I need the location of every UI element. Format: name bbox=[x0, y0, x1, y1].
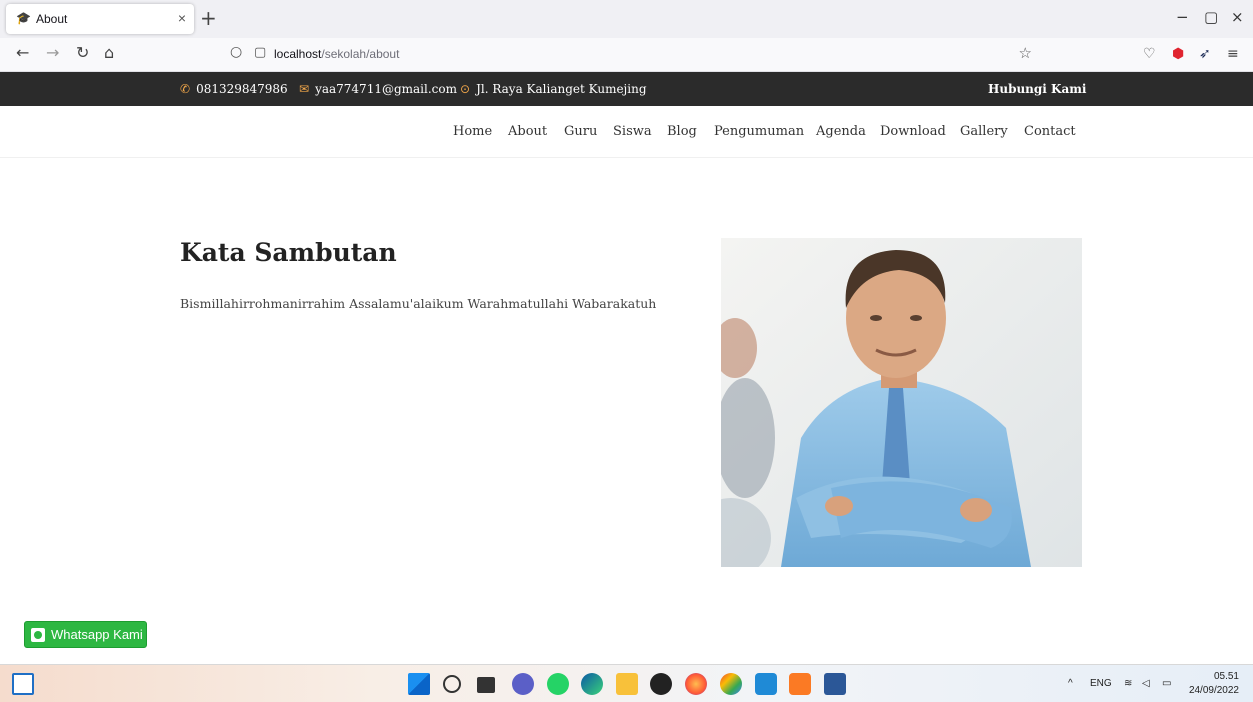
phone-number: 081329847986 bbox=[196, 82, 288, 96]
whatsapp-icon bbox=[31, 628, 45, 642]
tray-chevron-icon[interactable]: ^ bbox=[1068, 678, 1073, 689]
envelope-icon: ✉ bbox=[299, 82, 310, 96]
nav-home[interactable]: Home bbox=[453, 124, 492, 139]
close-window-button[interactable]: × bbox=[1231, 8, 1244, 26]
nav-about[interactable]: About bbox=[508, 124, 547, 139]
extension-arrow-icon[interactable]: ➶ bbox=[1199, 46, 1211, 62]
email-info: ✉ yaa774711@gmail.com bbox=[299, 82, 457, 96]
nav-siswa[interactable]: Siswa bbox=[613, 124, 652, 139]
page-info-icon[interactable]: ▢ bbox=[254, 45, 266, 60]
reload-icon[interactable]: ↻ bbox=[76, 43, 89, 62]
nav-download[interactable]: Download bbox=[880, 124, 946, 139]
media-player-icon[interactable] bbox=[650, 673, 672, 695]
search-icon[interactable] bbox=[443, 675, 461, 693]
language-indicator[interactable]: ENG bbox=[1090, 678, 1112, 689]
nav-pengumuman[interactable]: Pengumuman bbox=[714, 124, 804, 139]
url-path: /sekolah/about bbox=[321, 47, 400, 61]
restore-button[interactable]: ▢ bbox=[1204, 8, 1218, 26]
edge-browser-icon[interactable] bbox=[581, 673, 603, 695]
map-pin-icon: ⊙ bbox=[460, 82, 471, 96]
address-text: Jl. Raya Kalianget Kumejing bbox=[476, 82, 647, 96]
nav-contact[interactable]: Contact bbox=[1024, 124, 1076, 139]
file-explorer-icon[interactable] bbox=[616, 673, 638, 695]
bookmark-star-icon[interactable]: ☆ bbox=[1019, 44, 1032, 62]
new-tab-button[interactable]: + bbox=[200, 6, 217, 30]
email-address[interactable]: yaa774711@gmail.com bbox=[315, 82, 457, 96]
start-windows-icon[interactable] bbox=[408, 673, 430, 695]
home-icon[interactable]: ⌂ bbox=[104, 43, 114, 62]
tab-about[interactable]: 🎓 About × bbox=[6, 4, 194, 34]
principal-photo-illustration bbox=[721, 238, 1082, 567]
contact-us-link[interactable]: Hubungi Kami bbox=[988, 82, 1087, 96]
url-host: localhost bbox=[274, 47, 322, 61]
intro-text: Bismillahirrohmanirrahim Assalamu'alaiku… bbox=[180, 296, 657, 311]
xampp-icon[interactable] bbox=[789, 673, 811, 695]
nav-blog[interactable]: Blog bbox=[667, 124, 697, 139]
nav-agenda[interactable]: Agenda bbox=[816, 124, 866, 139]
address-info: ⊙ Jl. Raya Kalianget Kumejing bbox=[460, 82, 647, 96]
site-top-bar: ✆ 081329847986 ✉ yaa774711@gmail.com ⊙ Jl. … bbox=[0, 72, 1253, 106]
forward-arrow-icon[interactable]: → bbox=[46, 43, 59, 62]
teams-chat-icon[interactable] bbox=[512, 673, 534, 695]
back-arrow-icon[interactable]: ← bbox=[16, 43, 29, 62]
graduation-cap-icon: 🎓 bbox=[16, 11, 31, 25]
wifi-icon[interactable]: ≋ bbox=[1124, 678, 1132, 689]
principal-photo bbox=[721, 238, 1082, 567]
address-bar[interactable]: ○ ▢ localhost/sekolah/about ☆ bbox=[220, 42, 1050, 68]
whatsapp-button[interactable]: Whatsapp Kami bbox=[24, 621, 147, 648]
pocket-icon[interactable]: ♡ bbox=[1143, 46, 1156, 62]
minimize-button[interactable]: − bbox=[1176, 8, 1189, 26]
clock-time: 05.51 bbox=[1213, 671, 1239, 682]
tab-close-button[interactable]: × bbox=[178, 10, 186, 26]
phone-info: ✆ 081329847986 bbox=[180, 82, 288, 96]
task-view-icon[interactable] bbox=[477, 677, 495, 693]
firefox-icon[interactable] bbox=[685, 673, 707, 695]
widgets-icon[interactable] bbox=[12, 673, 34, 695]
ublock-icon[interactable]: ⬢ bbox=[1172, 46, 1184, 62]
vscode-icon[interactable] bbox=[755, 673, 777, 695]
page-heading: Kata Sambutan bbox=[180, 238, 397, 267]
system-clock[interactable]: 05.51 24/09/2022 bbox=[1189, 670, 1239, 698]
menu-hamburger-icon[interactable]: ≡ bbox=[1227, 46, 1239, 62]
tracking-shield-icon[interactable]: ○ bbox=[230, 44, 242, 60]
volume-icon[interactable]: ◁ bbox=[1142, 678, 1150, 689]
whatsapp-app-icon[interactable] bbox=[547, 673, 569, 695]
browser-nav-bar: ← → ↻ ⌂ ○ ▢ localhost/sekolah/about ☆ ♡ … bbox=[0, 38, 1253, 72]
url-text[interactable]: localhost/sekolah/about bbox=[274, 47, 399, 61]
tab-title: About bbox=[36, 12, 68, 26]
nav-guru[interactable]: Guru bbox=[564, 124, 597, 139]
chrome-icon[interactable] bbox=[720, 673, 742, 695]
browser-tab-bar: 🎓 About × + − ▢ × bbox=[0, 0, 1253, 38]
word-icon[interactable] bbox=[824, 673, 846, 695]
nav-gallery[interactable]: Gallery bbox=[960, 124, 1008, 139]
phone-icon: ✆ bbox=[180, 82, 191, 96]
whatsapp-button-label: Whatsapp Kami bbox=[51, 627, 143, 642]
battery-icon[interactable]: ▭ bbox=[1162, 678, 1171, 689]
main-navigation: Home About Guru Siswa Blog Pengumuman Ag… bbox=[0, 106, 1253, 158]
windows-taskbar: ^ ENG ≋ ◁ ▭ 05.51 24/09/2022 bbox=[0, 664, 1253, 702]
clock-date: 24/09/2022 bbox=[1188, 685, 1239, 696]
